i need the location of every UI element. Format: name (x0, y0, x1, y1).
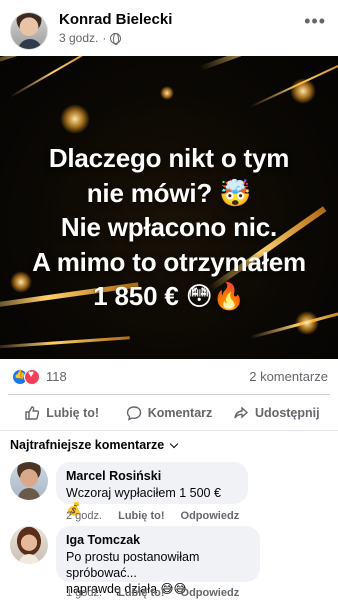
comment-sort-label: Najtrafniejsze komentarze (10, 438, 165, 452)
commenter-avatar[interactable] (10, 462, 48, 500)
light-spark (160, 86, 174, 100)
light-spark (60, 104, 90, 134)
comment-bubble: Iga Tomczak Po prostu postanowiłam sprób… (56, 526, 260, 596)
love-reaction-icon (24, 369, 40, 385)
reaction-count[interactable]: 118 (46, 369, 67, 384)
thumbs-up-icon (25, 405, 40, 420)
comment-time: 2 godz. (66, 510, 103, 522)
post-time[interactable]: 3 godz. (59, 31, 98, 45)
comment-time: 1 godz. (66, 587, 103, 599)
image-line-1: Dlaczego nikt o tym (48, 143, 290, 173)
comment-reply-button[interactable]: Odpowiedz (181, 510, 240, 522)
image-line-2: nie mówi? 🤯 (86, 177, 252, 208)
share-button[interactable]: Udostępnij (223, 395, 330, 430)
comment-text-line-1: Po prostu postanowiłam spróbować... (66, 550, 200, 580)
comment-actions: 1 godz. Lubię to! Odpowiedz (66, 587, 239, 599)
comment-button-label: Komentarz (147, 405, 213, 420)
image-line-3: Nie wpłacono nic. (60, 212, 278, 242)
meta-separator: · (102, 31, 107, 45)
light-spark (290, 78, 316, 104)
like-button-label: Lubię to! (46, 405, 100, 420)
share-button-label: Udostępnij (255, 405, 320, 420)
light-spark (295, 311, 319, 335)
comment-count[interactable]: 2 komentarze (249, 369, 328, 384)
gold-shard (9, 56, 106, 98)
comment-like-button[interactable]: Lubię to! (118, 510, 164, 522)
share-icon (234, 405, 249, 419)
commenter-avatar[interactable] (10, 526, 48, 564)
author-name[interactable]: Konrad Bielecki (59, 11, 172, 28)
gold-shard (199, 56, 338, 71)
globe-icon (110, 32, 122, 45)
action-bar: Lubię to! Komentarz Udostępnij (8, 394, 330, 430)
chevron-down-icon (169, 439, 179, 448)
commenter-name[interactable]: Iga Tomczak (66, 533, 250, 547)
divider (0, 430, 338, 431)
image-line-5: 1 850 € 😳🔥 (93, 281, 245, 311)
comment-reply-button[interactable]: Odpowiedz (181, 587, 240, 599)
post-meta: 3 godz. · (59, 31, 122, 45)
comment-icon (126, 405, 141, 421)
comment-button[interactable]: Komentarz (115, 395, 222, 430)
comment-like-button[interactable]: Lubię to! (118, 587, 164, 599)
image-line-4: A mimo to otrzymałem (32, 246, 306, 277)
image-caption: Dlaczego nikt o tym nie mówi? 🤯 Nie wpła… (0, 141, 338, 314)
post-image[interactable]: Dlaczego nikt o tym nie mówi? 🤯 Nie wpła… (0, 56, 338, 359)
post-header: Konrad Bielecki 3 godz. · ••• (0, 0, 338, 56)
author-avatar[interactable] (10, 12, 48, 50)
comment-actions: 2 godz. Lubię to! Odpowiedz (66, 510, 239, 522)
comment-sort-dropdown[interactable]: Najtrafniejsze komentarze (10, 438, 179, 452)
commenter-name[interactable]: Marcel Rosiński (66, 469, 238, 483)
like-button[interactable]: Lubię to! (8, 395, 115, 430)
reaction-icons[interactable] (12, 369, 42, 385)
more-options-icon[interactable]: ••• (304, 12, 326, 30)
post-stats: 118 2 komentarze (0, 360, 338, 394)
gold-shard (0, 336, 130, 349)
comment-bubble: Marcel Rosiński Wczoraj wypłaciłem 1 500… (56, 462, 248, 516)
